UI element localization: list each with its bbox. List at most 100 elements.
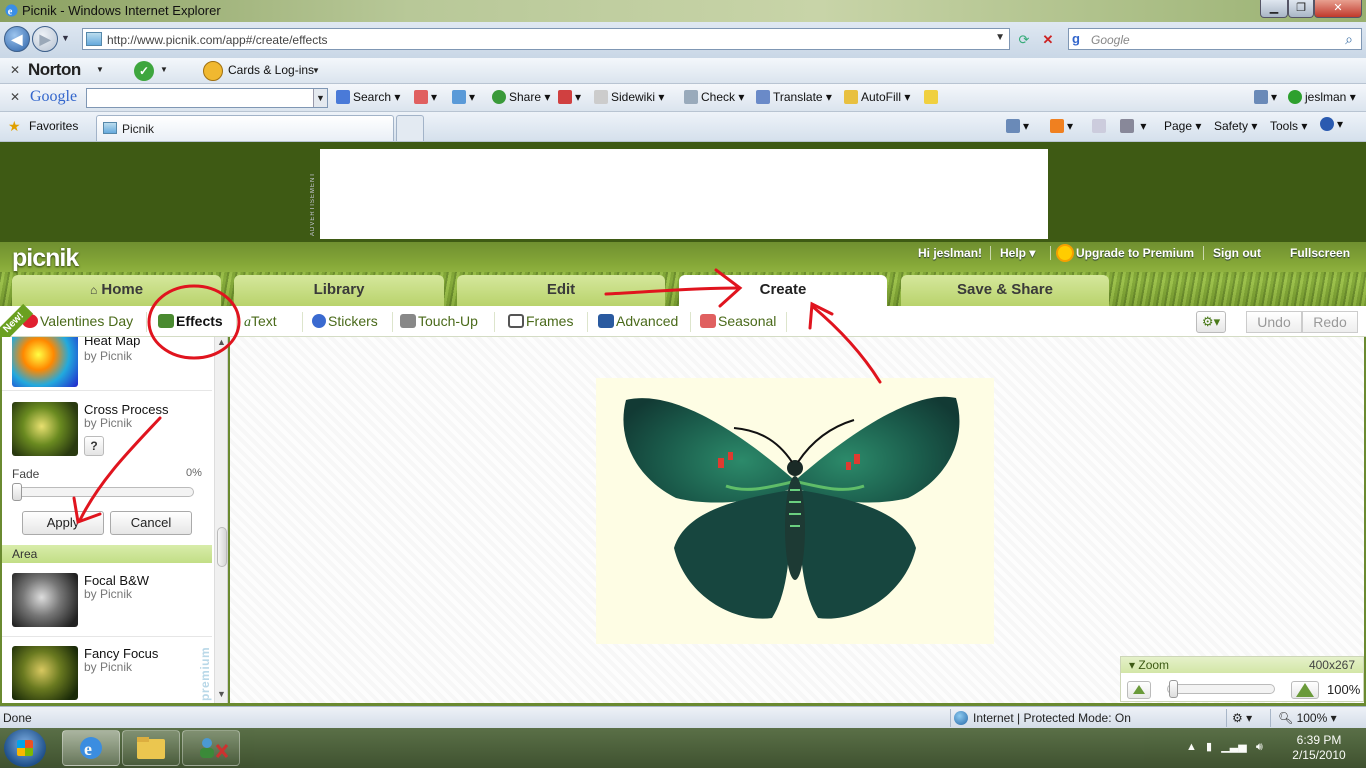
home-button[interactable]: ▾ (1006, 119, 1029, 133)
add-button[interactable]: ▾ (452, 90, 475, 104)
minimize-button[interactable]: ▁ (1260, 0, 1288, 18)
effect-item-focal-bw[interactable]: Focal B&W by Picnik (2, 565, 212, 637)
sign-out-link[interactable]: Sign out (1213, 246, 1261, 260)
subnav-divider (786, 312, 787, 332)
toolbar-settings-button[interactable]: ▾ (1254, 90, 1277, 104)
tab-home[interactable]: ⌂ Home (12, 275, 221, 306)
apply-button[interactable]: Apply (22, 511, 104, 535)
taskbar-app[interactable] (182, 730, 240, 766)
stop-icon[interactable]: ✕ (1038, 30, 1058, 50)
favorites-button[interactable]: Favorites (29, 119, 78, 133)
cards-logins-menu[interactable]: Cards & Log-ins (228, 63, 314, 77)
address-dropdown-icon[interactable]: ▼ (995, 32, 1005, 43)
back-button[interactable]: ◀ (4, 26, 30, 52)
google-account-button[interactable]: jeslman ▾ (1288, 90, 1356, 104)
zoom-out-button[interactable] (1127, 681, 1151, 699)
page-zoom[interactable]: 🔍︎ 100% ▾ (1278, 711, 1337, 725)
zoom-slider-track[interactable] (1167, 684, 1275, 694)
start-button[interactable] (4, 729, 46, 767)
help-link[interactable]: Help ▾ (1000, 246, 1035, 260)
bookmarks-button[interactable]: ▾ (414, 90, 437, 104)
close-google-toolbar-icon[interactable]: ✕ (10, 90, 20, 104)
tab-edit[interactable]: Edit (457, 275, 665, 306)
scroll-up-icon[interactable]: ▲ (217, 337, 226, 347)
spell-check-button[interactable]: Check ▾ (684, 90, 744, 104)
maximize-button[interactable]: ❐ (1288, 0, 1314, 18)
history-dropdown-icon[interactable]: ▼ (61, 33, 70, 43)
system-tray[interactable]: ▲ ▮ ▁▃▅ 🔊︎ (1186, 740, 1263, 754)
autofill-button[interactable]: AutoFill ▾ (844, 90, 910, 104)
undo-button[interactable]: Undo (1246, 311, 1302, 333)
fullscreen-link[interactable]: Fullscreen (1290, 246, 1350, 260)
protected-mode-icon[interactable]: ⚙ ▾ (1232, 711, 1252, 725)
subtab-stickers[interactable]: Stickers (312, 313, 378, 329)
google-input-dropdown-icon[interactable]: ▼ (313, 89, 327, 107)
svg-text:e: e (8, 6, 13, 17)
panel-scrollbar[interactable]: ▲ ▼ (214, 337, 227, 703)
tab-save-share[interactable]: Save & Share (901, 275, 1109, 306)
safety-menu[interactable]: Safety ▾ (1214, 119, 1257, 133)
check-dropdown-icon[interactable]: ▼ (160, 65, 168, 74)
tab-picnik[interactable]: Picnik (96, 115, 394, 141)
scroll-down-icon[interactable]: ▼ (217, 689, 226, 699)
photo-image[interactable] (596, 378, 994, 644)
effect-help-button[interactable]: ? (84, 436, 104, 456)
cards-dropdown-icon[interactable]: ▼ (312, 66, 320, 75)
safe-check-icon[interactable]: ✓ (134, 61, 154, 81)
popup-blocker-button[interactable]: ▾ (558, 90, 581, 104)
area-section-header[interactable]: Area (2, 545, 212, 563)
help-menu[interactable]: ▾ (1320, 117, 1343, 131)
tab-library[interactable]: Library (234, 275, 444, 306)
translate-button[interactable]: Translate ▾ (756, 90, 832, 104)
subtab-frames[interactable]: Frames (508, 313, 573, 329)
settings-gear-button[interactable]: ⚙▾ (1196, 311, 1226, 333)
effect-item-heat-map[interactable]: Heat Map by Picnik (2, 337, 212, 391)
effect-item-fancy-focus[interactable]: Fancy Focus by Picnik (2, 638, 212, 703)
redo-button[interactable]: Redo (1302, 311, 1358, 333)
zoom-header[interactable]: ▾ Zoom 400x267 (1121, 657, 1363, 673)
fade-slider-track[interactable] (14, 487, 194, 497)
cancel-button[interactable]: Cancel (110, 511, 192, 535)
tab-label: Picnik (122, 122, 155, 136)
share-button[interactable]: Share ▾ (492, 90, 550, 104)
subtab-text[interactable]: aText (244, 313, 277, 331)
taskbar-ie[interactable]: e (62, 730, 120, 766)
zoom-in-button[interactable] (1291, 681, 1319, 699)
address-input[interactable]: http://www.picnik.com/app#/create/effect… (82, 28, 1010, 50)
page-menu[interactable]: Page ▾ (1164, 119, 1201, 133)
search-icon[interactable]: ⌕ (1345, 31, 1353, 48)
close-window-button[interactable]: ✕ (1314, 0, 1362, 18)
close-toolbar-icon[interactable]: ✕ (10, 63, 20, 77)
print-button[interactable]: ▾ (1120, 119, 1146, 133)
system-clock[interactable]: 6:39 PM 2/15/2010 (1288, 733, 1350, 763)
scroll-thumb[interactable] (217, 527, 227, 567)
tab-create[interactable]: Create (679, 275, 887, 306)
help-icon (1320, 117, 1334, 131)
favorites-star-icon[interactable]: ★ (8, 118, 21, 135)
security-zone[interactable]: Internet | Protected Mode: On (954, 711, 1131, 725)
refresh-icon[interactable]: ⟳ (1014, 30, 1034, 50)
read-mail-button[interactable] (1092, 119, 1109, 133)
advertisement-banner[interactable] (320, 149, 1048, 239)
forward-button[interactable]: ▶ (32, 26, 58, 52)
norton-dropdown-icon[interactable]: ▼ (96, 65, 104, 74)
subtab-advanced[interactable]: Advanced (598, 313, 678, 329)
google-search-input[interactable]: ▼ (86, 88, 328, 108)
google-search-button[interactable]: Search ▾ (336, 90, 400, 104)
norton-logo[interactable]: Norton (28, 60, 81, 80)
browser-search-input[interactable]: g Google ⌕ (1068, 28, 1362, 50)
fade-slider-handle[interactable] (12, 483, 22, 501)
highlight-button[interactable] (924, 90, 941, 104)
picnik-logo[interactable]: picnik (12, 244, 79, 273)
feeds-button[interactable]: ▾ (1050, 119, 1073, 133)
zoom-slider-handle[interactable] (1169, 680, 1178, 698)
taskbar-explorer[interactable] (122, 730, 180, 766)
tools-menu[interactable]: Tools ▾ (1270, 119, 1307, 133)
subtab-effects[interactable]: Effects (158, 313, 223, 329)
upgrade-premium-link[interactable]: Upgrade to Premium (1058, 246, 1194, 260)
subtab-touch-up[interactable]: Touch-Up (400, 313, 478, 329)
subtab-valentines-day[interactable]: Valentines Day (22, 313, 133, 329)
sidewiki-button[interactable]: Sidewiki ▾ (594, 90, 664, 104)
new-tab-button[interactable] (396, 115, 424, 141)
subtab-seasonal[interactable]: Seasonal (700, 313, 776, 329)
